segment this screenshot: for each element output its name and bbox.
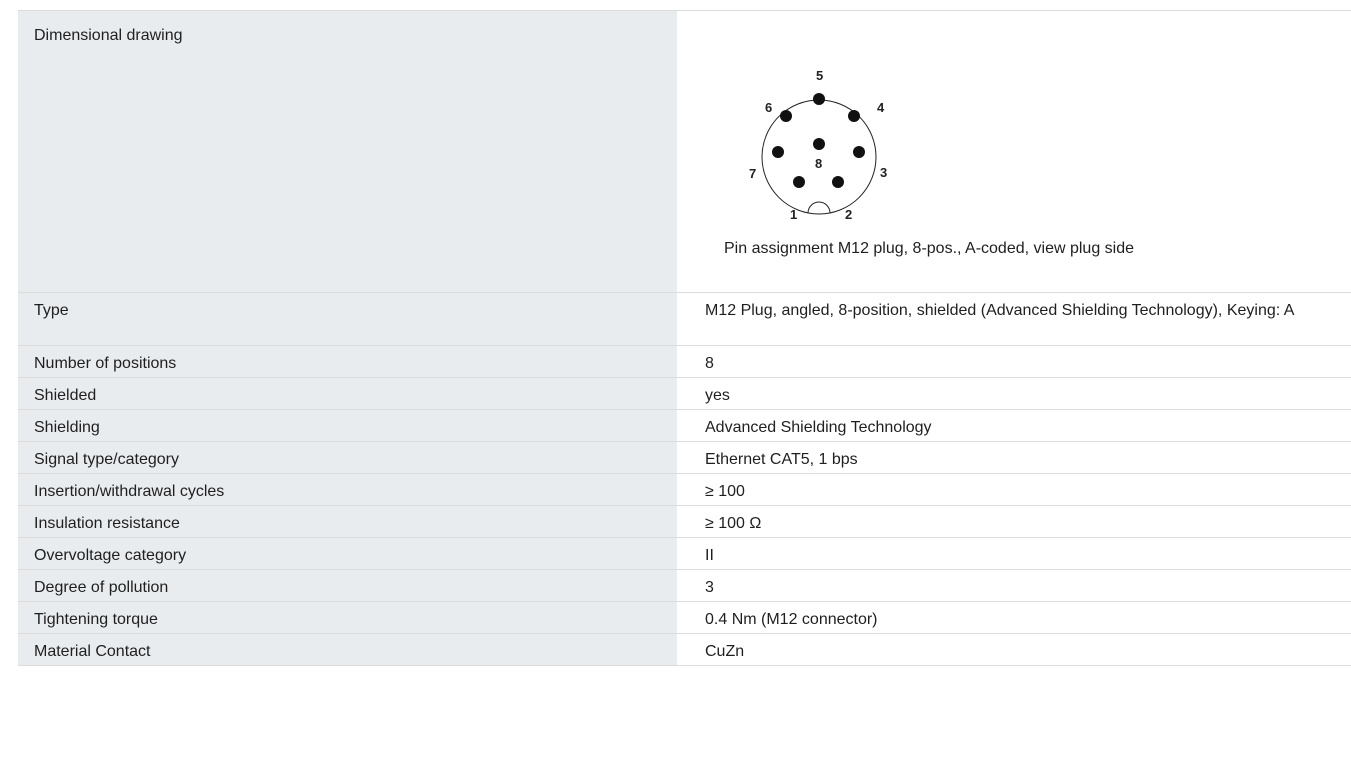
spec-value: M12 Plug, angled, 8-position, shielded (… [705,302,1295,319]
spec-row-insulation-resistance: Insulation resistance ≥ 100 Ω [18,506,1351,538]
spec-table: Dimensional drawing 5 6 4 8 7 3 1 2 Pin … [18,10,1351,666]
pin-label-6: 6 [765,100,772,115]
spec-label: Shielding [18,410,677,441]
pin-assignment-diagram: 5 6 4 8 7 3 1 2 [749,68,887,222]
spec-value: 0.4 Nm (M12 connector) [705,611,878,628]
spec-row-insertion-cycles: Insertion/withdrawal cycles ≥ 100 [18,474,1351,506]
pin-8 [813,138,825,150]
pin-1 [793,176,805,188]
spec-label: Degree of pollution [18,570,677,601]
spec-row-type: Type M12 Plug, angled, 8-position, shiel… [18,293,1351,346]
spec-value: Advanced Shielding Technology [705,419,932,436]
spec-value: yes [705,387,730,404]
pin-6 [780,110,792,122]
spec-value: ≥ 100 [705,483,745,500]
spec-row-shielded: Shielded yes [18,378,1351,410]
pin-label-7: 7 [749,166,756,181]
spec-row-tightening-torque: Tightening torque 0.4 Nm (M12 connector) [18,602,1351,634]
spec-label: Number of positions [18,346,677,377]
spec-row-material-contact: Material Contact CuZn [18,634,1351,666]
pin-2 [832,176,844,188]
spec-row-overvoltage-category: Overvoltage category II [18,538,1351,570]
spec-label: Type [18,293,677,345]
spec-label: Tightening torque [18,602,677,633]
pin-label-4: 4 [877,100,885,115]
spec-label: Material Contact [18,634,677,665]
pin-label-5: 5 [816,68,823,83]
spec-row-degree-of-pollution: Degree of pollution 3 [18,570,1351,602]
pin-label-3: 3 [880,165,887,180]
dimensional-drawing: 5 6 4 8 7 3 1 2 Pin assignment M12 plug,… [705,18,1351,292]
pin-7 [772,146,784,158]
spec-value: ≥ 100 Ω [705,515,762,532]
spec-row-number-of-positions: Number of positions 8 [18,346,1351,378]
spec-label: Insertion/withdrawal cycles [18,474,677,505]
spec-value: CuZn [705,643,745,660]
spec-row-dimensional-drawing: Dimensional drawing 5 6 4 8 7 3 1 2 Pin … [18,11,1351,293]
spec-value: 5 6 4 8 7 3 1 2 Pin assignment M12 plug,… [677,11,1351,292]
spec-value: II [705,547,714,564]
pin-label-1: 1 [790,207,797,222]
pin-label-8: 8 [815,156,822,171]
coding-key [807,201,831,214]
pin-4 [848,110,860,122]
pin-3 [853,146,865,158]
pin-label-2: 2 [845,207,852,222]
spec-value: Ethernet CAT5, 1 bps [705,451,858,468]
spec-label: Insulation resistance [18,506,677,537]
spec-row-signal-type: Signal type/category Ethernet CAT5, 1 bp… [18,442,1351,474]
drawing-caption: Pin assignment M12 plug, 8-pos., A-coded… [724,240,1135,257]
spec-label: Dimensional drawing [18,11,677,292]
spec-label: Shielded [18,378,677,409]
pin-5 [813,93,825,105]
spec-value: 8 [705,355,714,372]
spec-row-shielding: Shielding Advanced Shielding Technology [18,410,1351,442]
spec-value: 3 [705,579,714,596]
spec-label: Signal type/category [18,442,677,473]
spec-label: Overvoltage category [18,538,677,569]
